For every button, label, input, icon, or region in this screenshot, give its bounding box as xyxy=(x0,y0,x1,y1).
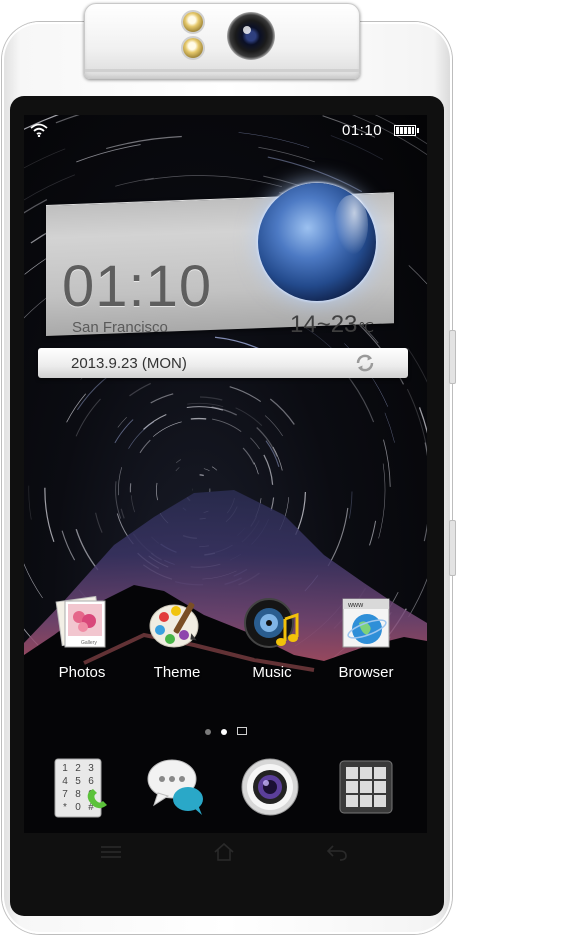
app-browser[interactable]: www Browser xyxy=(326,595,406,681)
widget-temperature: 14~23℃ xyxy=(290,311,375,338)
dial-key: 5 xyxy=(75,776,81,787)
rotating-camera xyxy=(84,3,360,79)
volume-button[interactable] xyxy=(449,330,456,384)
app-theme[interactable]: Theme xyxy=(137,595,217,681)
app-label: Theme xyxy=(153,664,201,681)
dial-key: 6 xyxy=(88,776,94,787)
wifi-icon xyxy=(30,123,48,137)
app-label: Browser xyxy=(338,664,394,681)
dial-key: * xyxy=(63,802,67,813)
palette-icon xyxy=(149,602,199,648)
svg-text:Gallery: Gallery xyxy=(81,640,97,646)
status-clock: 01:10 xyxy=(342,122,383,139)
flash-icon xyxy=(183,12,203,32)
widget-date: 2013.9.23 (MON) xyxy=(71,355,187,372)
music-icon xyxy=(244,598,299,648)
app-music[interactable]: Music xyxy=(232,595,312,681)
dock-messages[interactable] xyxy=(146,755,206,819)
dial-key: 1 xyxy=(62,763,68,774)
dialer-icon: 123456789*0# xyxy=(54,758,107,818)
status-bar: 01:10 xyxy=(24,115,427,147)
page-dot-active[interactable] xyxy=(221,729,227,735)
dial-key: 3 xyxy=(88,763,94,774)
dock-dialer[interactable]: 123456789*0# xyxy=(51,755,111,819)
photos-icon: Gallery xyxy=(55,595,106,648)
home-icon[interactable] xyxy=(212,842,236,862)
flash-icon xyxy=(183,38,203,58)
battery-icon xyxy=(394,125,419,136)
messages-icon xyxy=(147,759,203,815)
refresh-icon[interactable] xyxy=(354,352,376,374)
back-icon[interactable] xyxy=(325,842,349,862)
app-label: Photos xyxy=(58,664,106,681)
widget-page-icon[interactable] xyxy=(237,727,247,735)
widget-city: San Francisco xyxy=(72,319,168,336)
globe-icon: www xyxy=(342,598,390,648)
dock-app-drawer[interactable] xyxy=(336,755,396,819)
app-drawer-icon xyxy=(339,760,393,814)
widget-clock: 01:10 xyxy=(62,254,213,319)
camera-icon xyxy=(241,758,299,816)
app-label: Music xyxy=(252,664,292,681)
dial-key: 2 xyxy=(75,763,81,774)
home-screen: 01:10 01:10 San Francisco 14~23℃ 2013.9.… xyxy=(24,115,427,833)
dial-key: 7 xyxy=(62,789,68,800)
camera-lens-icon xyxy=(227,12,275,60)
date-bar[interactable]: 2013.9.23 (MON) xyxy=(38,348,408,378)
menu-icon[interactable] xyxy=(99,842,123,862)
app-photos[interactable]: Gallery Photos xyxy=(42,595,122,681)
dial-key: 0 xyxy=(75,802,81,813)
svg-text:www: www xyxy=(347,602,364,609)
page-dot[interactable] xyxy=(205,729,211,735)
dial-key: 4 xyxy=(62,776,68,787)
power-button[interactable] xyxy=(449,520,456,576)
dock-camera[interactable] xyxy=(240,755,300,819)
dial-key: 8 xyxy=(75,789,81,800)
